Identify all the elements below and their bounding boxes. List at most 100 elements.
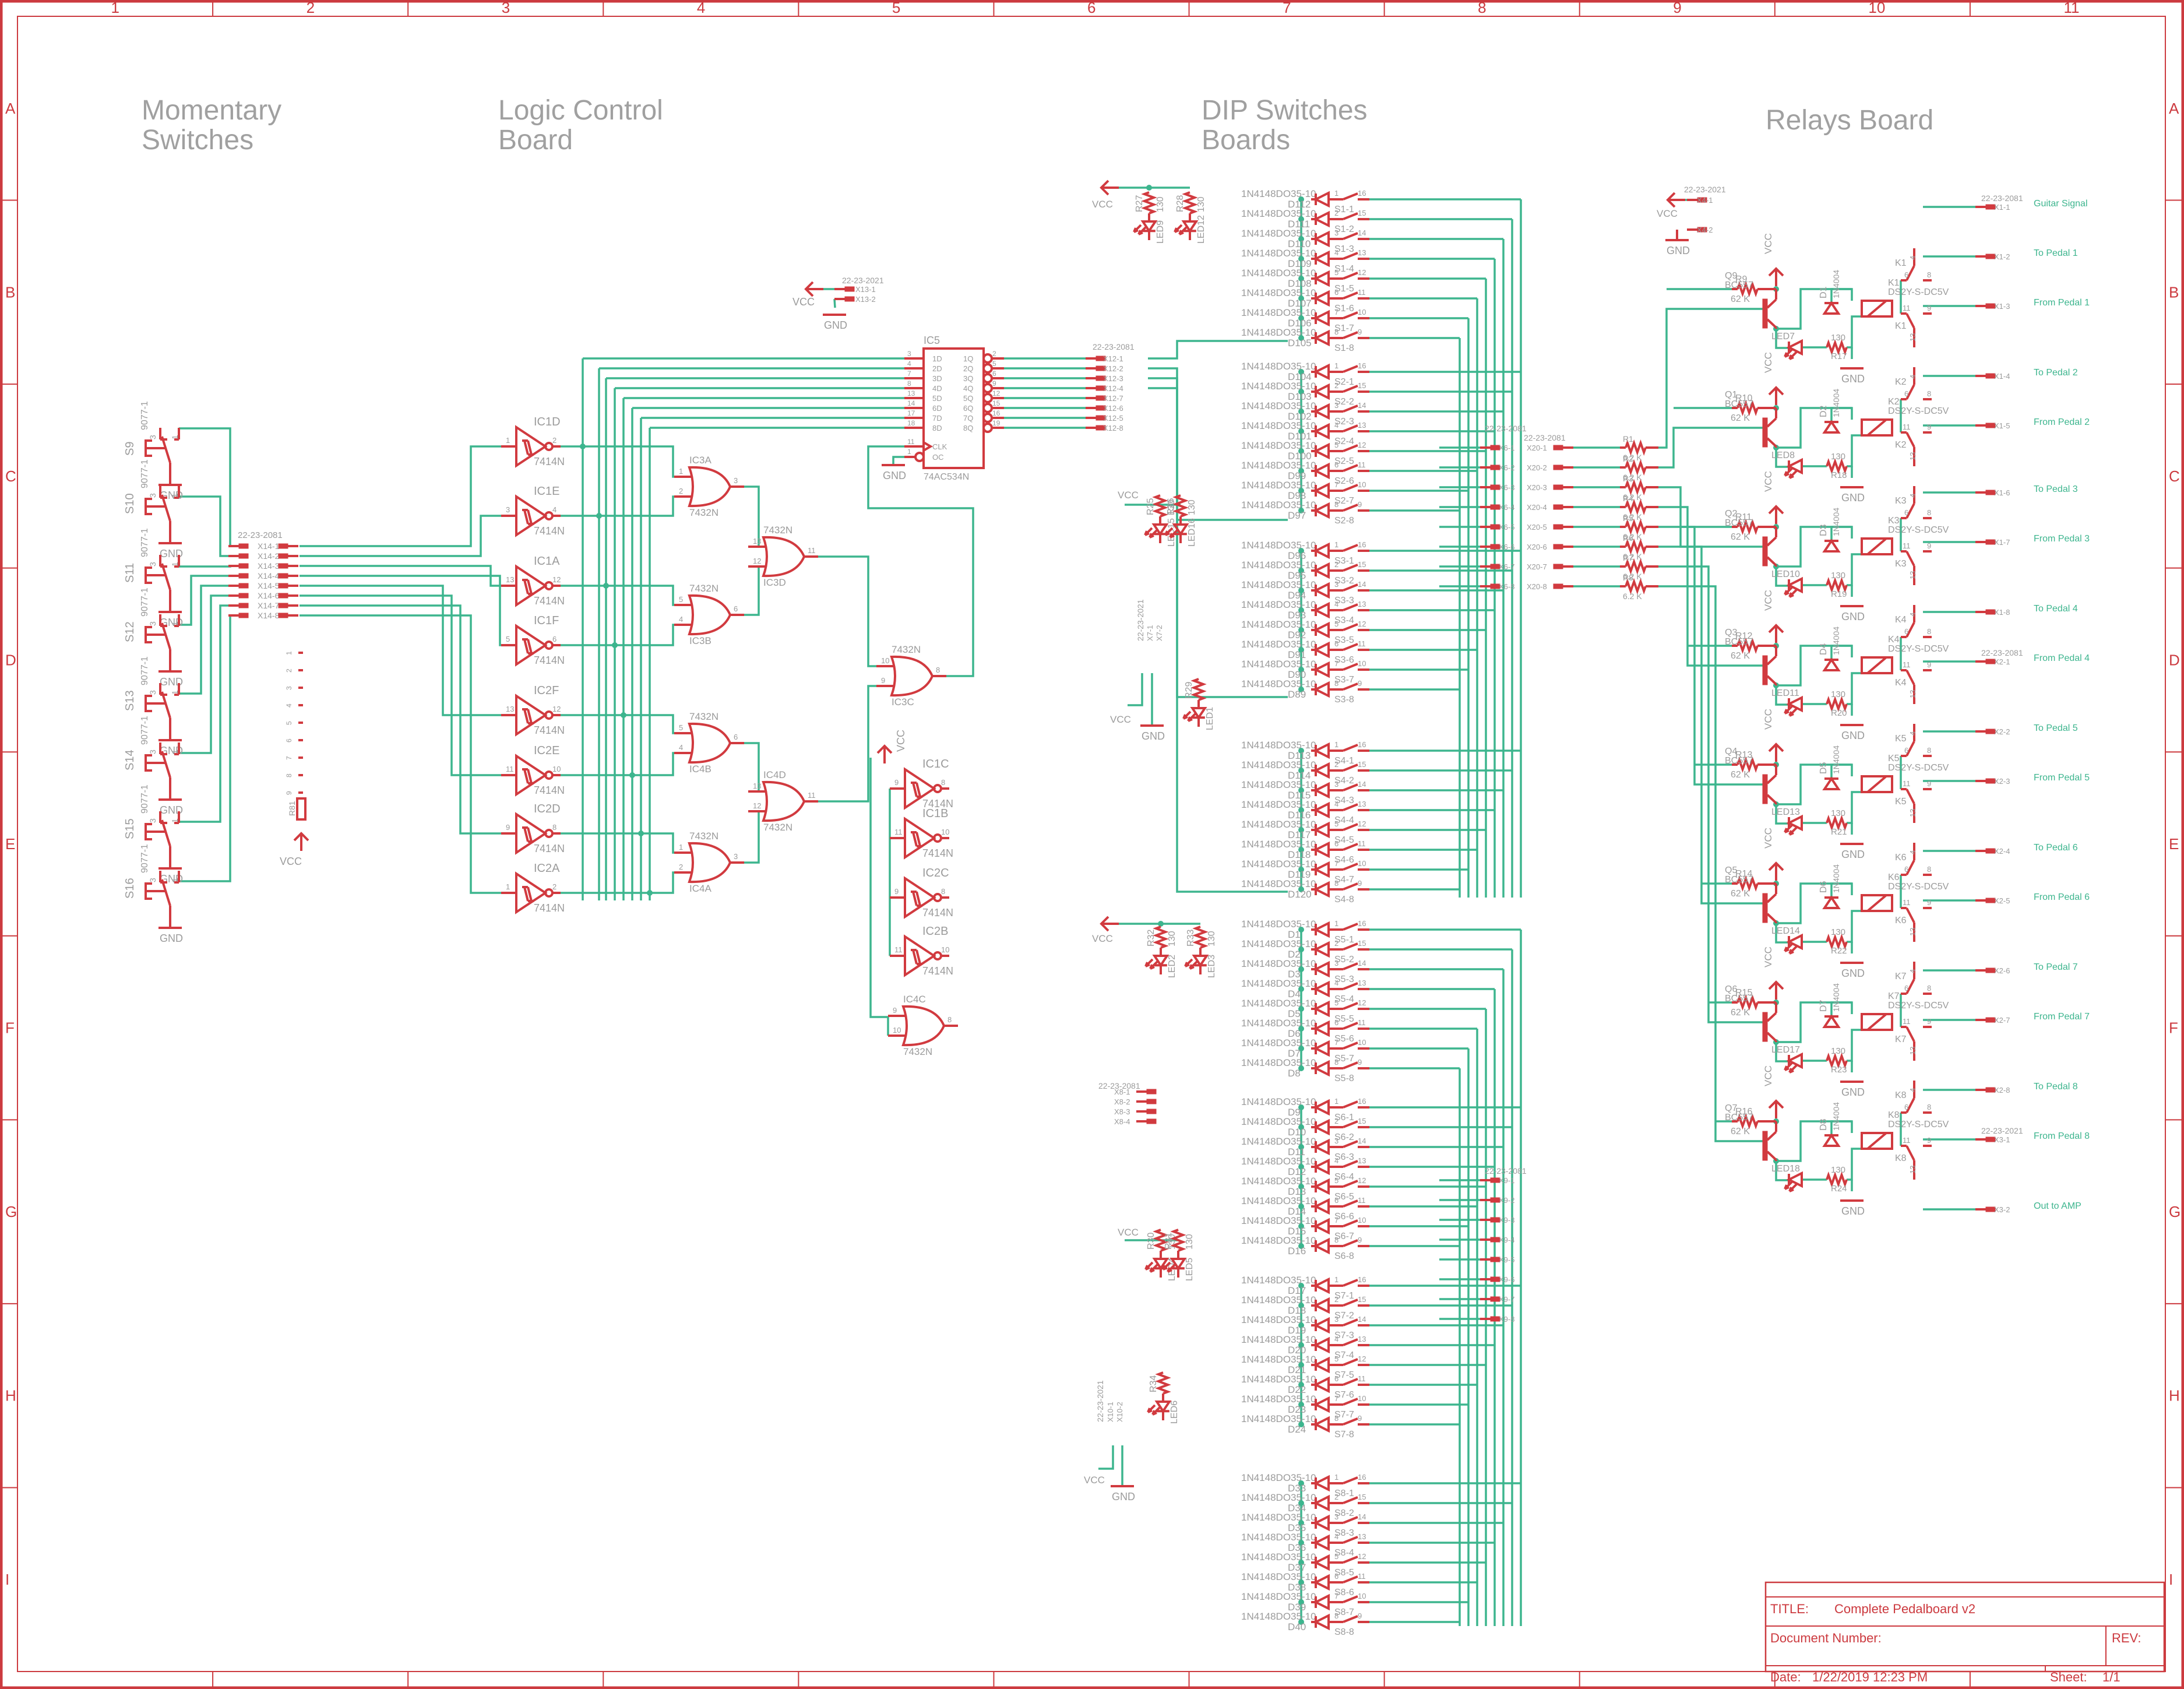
resistor-symbol	[1625, 519, 1647, 535]
pin-pad	[1146, 1099, 1157, 1104]
transistor-base	[1762, 1131, 1768, 1161]
pin-number: 10	[1358, 1216, 1366, 1224]
pin-number: 12	[1358, 620, 1366, 628]
pin-number: 16	[992, 409, 1001, 417]
pin-number: 11	[1903, 779, 1911, 788]
diode-part: 1N4004	[1831, 270, 1841, 298]
pin-number: 1	[1334, 919, 1338, 928]
connector-pin-label: X2-2	[1994, 727, 2010, 736]
connector-pin-label: X9-3	[1499, 1216, 1514, 1224]
gate-part: 7414N	[534, 843, 565, 854]
diode-symbol	[1313, 210, 1330, 228]
pin-number: 8	[1927, 746, 1931, 755]
section-dip-line1: DIP Switches	[1202, 95, 1368, 126]
resistor-value: 130	[1831, 689, 1845, 699]
diode-part: 1N4148DO35-10	[1241, 540, 1316, 551]
sheet-label: Sheet:	[2050, 1670, 2087, 1684]
switch-part: 9077-1	[140, 401, 150, 430]
resistor-ref: R28	[1175, 195, 1185, 212]
diode-symbol	[1822, 776, 1841, 790]
pin-number: 4	[1908, 850, 1917, 854]
pin-number: 8	[1334, 500, 1338, 509]
pin-number: 16	[1358, 189, 1366, 198]
pin-number: 8	[1927, 984, 1931, 993]
gate-part: 7432N	[689, 583, 718, 594]
led-ref: LED6	[1170, 1401, 1179, 1424]
resistor-ref: R32	[1146, 930, 1156, 946]
connector-pin-label: X12-8	[1103, 424, 1123, 432]
gate-wire	[561, 871, 674, 894]
resistor-symbol	[1826, 815, 1848, 831]
pin-number: 1	[170, 878, 179, 882]
contact-ref: K6	[1895, 853, 1907, 863]
gate-ref: IC4B	[689, 763, 711, 775]
pin-number: 16	[1358, 1473, 1366, 1482]
pin-number: 4	[1908, 969, 1917, 973]
connector-pin-label: X20-4	[1527, 503, 1547, 512]
pin-number: 15	[1358, 1117, 1366, 1125]
pin-number: 7	[907, 370, 911, 378]
diode-symbol	[1313, 423, 1330, 440]
pin-number: 14	[1358, 959, 1366, 967]
audio-signal-label: From Pedal 3	[2034, 534, 2090, 544]
pin-pad	[278, 603, 288, 608]
row-letter: E	[2169, 835, 2179, 853]
diode-ref: D3	[1819, 524, 1829, 536]
schmitt-icon	[522, 509, 534, 525]
pin-number: 16	[1358, 1097, 1366, 1106]
transistor-part: BC557	[1725, 518, 1753, 528]
output-bubble	[982, 393, 993, 403]
resistor-symbol	[1625, 459, 1647, 476]
pin-number: 1	[1334, 1097, 1338, 1106]
diode-part: 1N4148DO35-10	[1241, 1532, 1316, 1543]
transistor-collector	[1766, 675, 1777, 685]
pin-number: 7	[1334, 308, 1338, 316]
switch-ref: S6-8	[1334, 1251, 1354, 1261]
gnd-label: GND	[824, 319, 847, 331]
contact-blade	[1905, 1145, 1915, 1161]
led-arrows-icon	[1184, 958, 1198, 970]
pin-pad	[1553, 504, 1563, 510]
diode-symbol	[1313, 230, 1330, 248]
date-value: 1/22/2019 12:23 PM	[1812, 1670, 1928, 1684]
connector-part: 22-23-2021	[1981, 1126, 2023, 1135]
led-arrows-icon	[1182, 710, 1196, 722]
pin-number: 2	[1334, 560, 1338, 569]
switch-ref: S15	[124, 818, 136, 839]
indicator-led: R34 LED6	[1147, 1371, 1179, 1424]
pin-number: 14	[1358, 228, 1366, 237]
pin-number: 7	[1334, 1394, 1338, 1403]
pin-number: 2	[1334, 1493, 1338, 1501]
pin-number: 5	[1334, 998, 1338, 1007]
audio-signal-label: To Pedal 6	[2034, 843, 2078, 853]
or-gate-body	[762, 780, 806, 822]
pin-number: 10	[881, 656, 889, 665]
pin-number: 16	[1358, 740, 1366, 749]
connector-pin-label: X6-4	[1499, 503, 1514, 512]
resistor-ref: R7	[1623, 553, 1633, 562]
pin-number: 12	[753, 557, 761, 565]
pin-number: 13	[1908, 333, 1917, 342]
pin-number: 6	[285, 738, 293, 743]
row-letter: C	[5, 467, 16, 485]
resistor-value: 62 K	[1731, 1008, 1750, 1018]
oc-bubble	[914, 452, 925, 462]
pin-number: 12	[552, 705, 561, 713]
diode-part: 1N4148DO35-10	[1241, 1334, 1316, 1345]
pin-number: 9	[506, 823, 510, 832]
pin-number: 2	[1334, 381, 1338, 390]
diode-symbol	[1313, 861, 1330, 878]
gate-part: 7432N	[903, 1046, 932, 1057]
transistor-emitter	[1766, 1012, 1777, 1022]
pin-number: 2	[552, 882, 556, 891]
relay-ref: K8	[1888, 1110, 1900, 1120]
inverter-gate: IC2D 7414N 9 8	[501, 803, 565, 855]
connector-pin-label: X8-1	[1114, 1088, 1130, 1096]
relay-ref: K4	[1888, 635, 1900, 645]
diode-part: 1N4148DO35-10	[1241, 799, 1316, 810]
schmitt-icon	[522, 439, 534, 456]
resistor-value: 130	[1167, 931, 1177, 946]
pin-number: 6	[1904, 746, 1908, 755]
momentary-switch: GNDS149077-13 1	[124, 716, 183, 816]
gnd-label: GND	[160, 933, 183, 944]
